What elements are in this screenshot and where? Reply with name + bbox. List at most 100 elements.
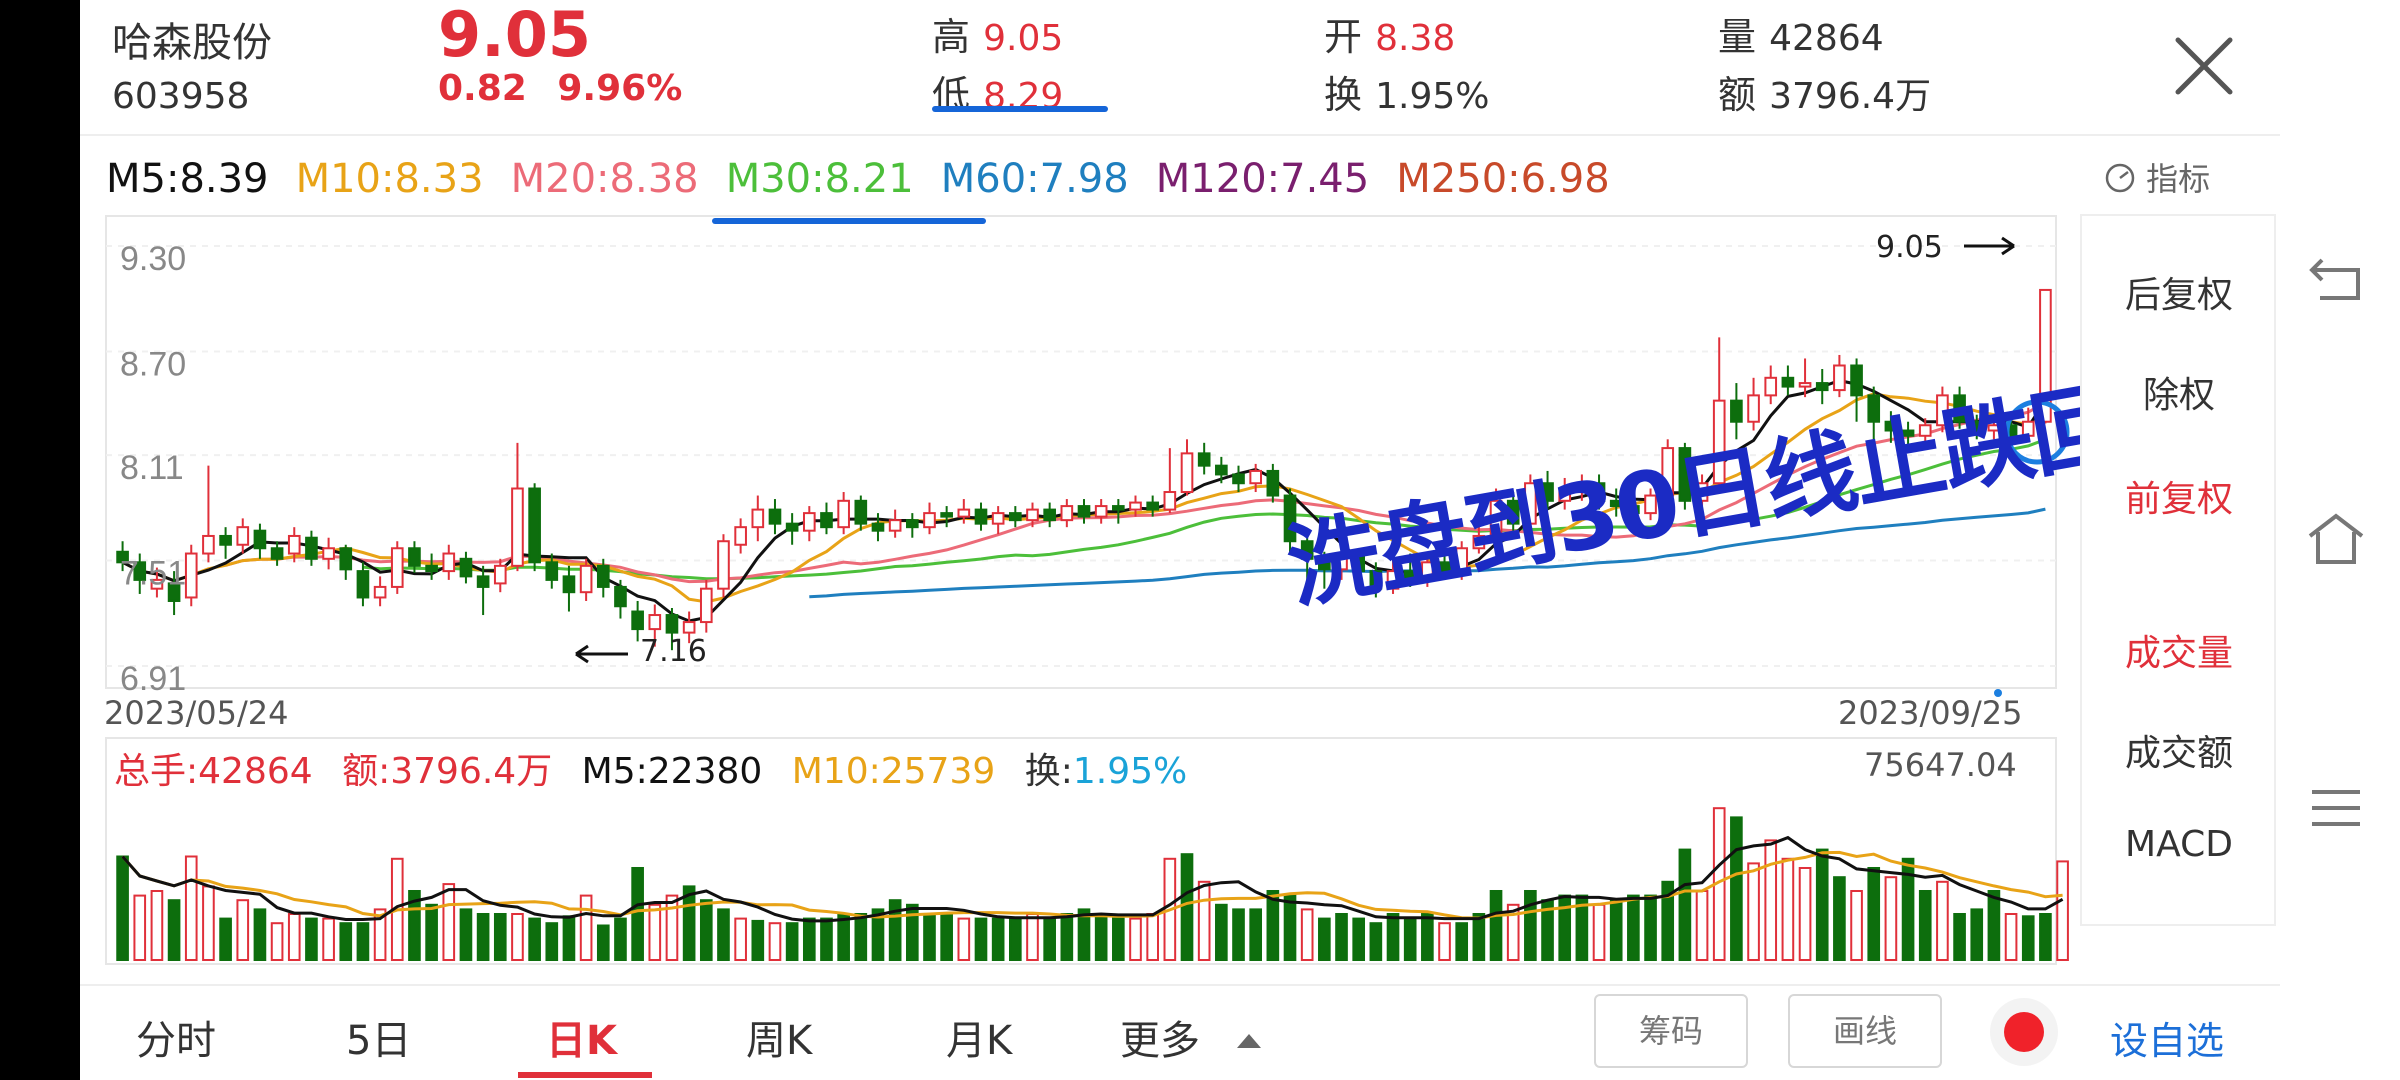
volume-bar — [923, 912, 936, 962]
volume-bar — [1953, 912, 1966, 962]
volume-bar — [287, 912, 301, 962]
candle-body — [665, 614, 679, 634]
candle-body — [905, 519, 919, 529]
candle-body — [1009, 512, 1022, 522]
volume-bar — [1524, 889, 1537, 961]
volume-bar — [699, 899, 713, 961]
tabbar-divider — [80, 984, 2280, 986]
volume-bar — [1747, 862, 1760, 961]
candle-body — [734, 526, 747, 546]
candle-body — [1026, 508, 1039, 522]
candle-body — [1180, 452, 1194, 494]
candle-body — [236, 526, 250, 546]
side-item-amount[interactable]: 成交额 — [2082, 724, 2276, 776]
volume-bar — [1026, 912, 1039, 962]
volume-bar — [768, 922, 782, 962]
volume-bar — [1695, 889, 1709, 961]
candle-body — [751, 508, 765, 529]
volume-bar — [202, 885, 215, 962]
volume-bar — [1489, 889, 1503, 961]
volume-bar — [1060, 912, 1074, 962]
volume-bar — [322, 917, 335, 961]
candle-body — [1850, 364, 1863, 397]
volume-bar — [425, 903, 438, 962]
volume-bar — [2056, 860, 2069, 962]
back-icon[interactable] — [2306, 254, 2366, 308]
volume-bar — [1232, 908, 1245, 961]
candle-body — [562, 575, 576, 594]
candle-body — [596, 564, 610, 588]
volume-legend: 总手:42864 额:3796.4万 M5:22380 M10:25739 换:… — [114, 742, 1187, 794]
total-amount: 额:3796.4万 — [342, 751, 553, 792]
candle-body — [442, 552, 456, 573]
volume-bar — [957, 917, 971, 961]
price-tick-label: 8.70 — [120, 345, 186, 383]
vol-turnover-label: 换: — [1024, 751, 1073, 792]
side-item-forward-adjust[interactable]: 前复权 — [2082, 470, 2276, 522]
vol-ma10: M10:25739 — [791, 751, 996, 792]
chips-button[interactable]: 筹码 — [1594, 994, 1748, 1068]
vol-ma5: M5:22380 — [581, 751, 763, 792]
side-item-volume[interactable]: 成交量 — [2082, 624, 2276, 676]
volume-bar — [305, 917, 318, 961]
volume-bar — [1094, 912, 1108, 962]
volume-bar — [751, 919, 765, 961]
tab-more[interactable]: 更多 — [1120, 1008, 1263, 1066]
volume-bar — [1455, 922, 1469, 962]
tab-monthly-k[interactable]: 月K — [946, 1008, 1012, 1066]
volume-bar — [1180, 853, 1194, 961]
candle-body — [390, 547, 404, 588]
volume-bar — [1558, 894, 1572, 962]
candle-body — [1112, 505, 1125, 511]
menu-icon[interactable] — [2306, 786, 2366, 834]
total-volume: 总手:42864 — [114, 751, 313, 792]
side-item-macd[interactable]: MACD — [2082, 824, 2276, 865]
record-dot-icon[interactable] — [1984, 992, 2064, 1072]
candle-body — [717, 540, 730, 590]
candle-body — [957, 508, 971, 518]
candle-body — [1781, 376, 1795, 388]
tab-weekly-k[interactable]: 周K — [746, 1008, 812, 1066]
tab-5day[interactable]: 5日 — [346, 1008, 411, 1066]
volume-bar — [734, 917, 747, 961]
vol-turnover-value: 1.95% — [1072, 751, 1188, 792]
candle-body — [219, 534, 232, 546]
volume-bar — [562, 915, 576, 962]
side-item-ex-rights[interactable]: 除权 — [2082, 366, 2276, 418]
low-annotation: 7.16 — [640, 634, 707, 669]
volume-bar — [1609, 899, 1623, 961]
volume-bar — [116, 855, 129, 962]
draw-line-button[interactable]: 画线 — [1788, 994, 1942, 1068]
volume-bar — [339, 922, 353, 962]
volume-bar — [236, 899, 250, 961]
volume-bar — [253, 908, 267, 961]
candle-body — [648, 614, 662, 631]
home-icon[interactable] — [2306, 512, 2366, 570]
date-end: 2023/09/25 — [1838, 694, 2023, 732]
volume-bar — [1867, 866, 1881, 962]
volume-bar — [1987, 889, 2001, 961]
tab-intraday[interactable]: 分时 — [136, 1008, 216, 1066]
candle-body — [768, 508, 782, 525]
volume-bar — [1472, 912, 1486, 962]
candle-body — [1249, 469, 1263, 485]
volume-bar — [854, 912, 868, 962]
volume-bar — [1197, 880, 1211, 961]
kline-chart[interactable]: 9.30 8.70 8.11 7.51 6.91 — [80, 0, 2280, 1080]
add-watchlist-button[interactable]: 设自选 — [2110, 1010, 2224, 1065]
volume-bar — [1936, 880, 1949, 961]
volume-bar — [493, 912, 507, 962]
volume-bar — [1644, 894, 1657, 962]
tab-active-indicator — [518, 1072, 652, 1078]
price-tick-label: 9.30 — [120, 240, 186, 278]
stock-detail-screen: 哈森股份 603958 9.05 0.82 9.96% 高 9.05 低 8.2… — [80, 0, 2280, 1080]
volume-bar — [1833, 876, 1846, 962]
volume-max: 75647.04 — [1864, 746, 2017, 784]
side-item-back-adjust[interactable]: 后复权 — [2082, 266, 2276, 318]
tab-daily-k[interactable]: 日K — [546, 1008, 617, 1066]
volume-bar — [1335, 912, 1348, 962]
candle-body — [528, 487, 541, 564]
volume-bar — [631, 866, 644, 962]
volume-bar — [528, 917, 541, 961]
candle-body — [305, 536, 318, 560]
